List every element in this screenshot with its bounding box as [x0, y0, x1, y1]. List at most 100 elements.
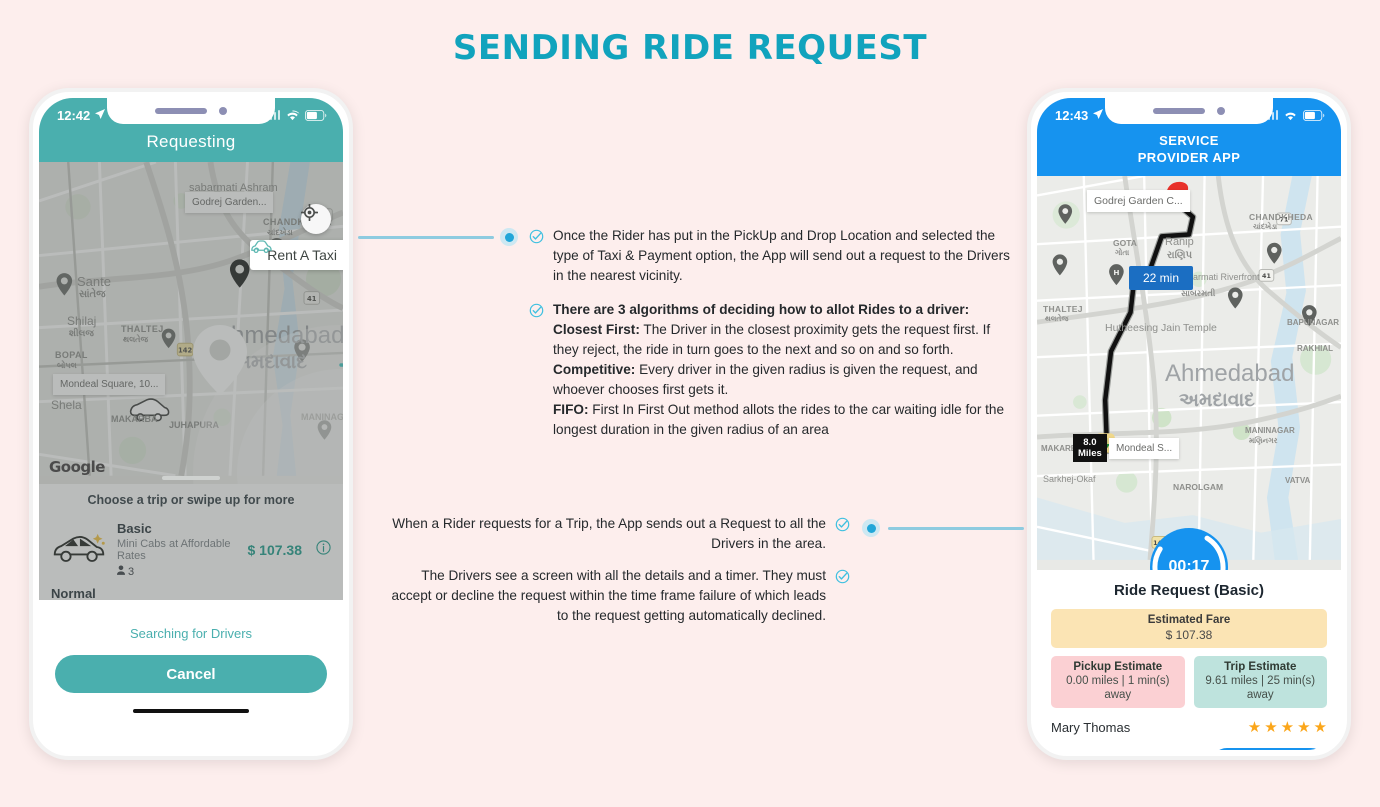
trip-basic-seat-count: 3 — [128, 565, 135, 578]
driver-map[interactable]: 71 41 142 142 H — [1037, 176, 1341, 570]
svg-text:41: 41 — [1262, 273, 1271, 280]
battery-icon — [305, 109, 327, 121]
google-attribution: Google — [49, 458, 105, 476]
annotation-top: Once the Rider has put in the PickUp and… — [529, 226, 1017, 440]
trip-option-basic[interactable]: Basic Mini Cabs at Affordable Rates 3 $ … — [39, 515, 343, 586]
trip-basic-name: Basic — [117, 521, 152, 536]
device-notch — [1105, 98, 1273, 124]
star-icon: ★ — [1297, 719, 1311, 736]
trip-estimate-value: 9.61 miles | 25 min(s) away — [1205, 675, 1316, 701]
ride-request-title: Ride Request (Basic) — [1113, 582, 1265, 599]
star-icon: ★ — [1280, 719, 1295, 736]
driver-status-right — [1263, 109, 1326, 121]
estimated-fare-box: Estimated Fare $ 107.38 — [1051, 609, 1327, 648]
device-notch — [107, 98, 275, 124]
location-arrow-icon — [94, 108, 106, 123]
driver-map-graphics: 71 41 142 142 H — [1037, 176, 1341, 560]
check-circle-icon — [529, 229, 544, 250]
algorithm-term-fifo: FIFO: — [553, 402, 589, 417]
signal-icon — [265, 110, 280, 120]
wifi-icon — [285, 109, 300, 121]
connector-line-bottom — [888, 527, 1024, 530]
home-indicator — [133, 709, 249, 713]
star-icon: ★ — [1264, 719, 1278, 736]
driver-destination-chip[interactable]: Godrej Garden C... — [1087, 190, 1190, 212]
trip-basic-price: $ 107.38 — [247, 541, 303, 558]
accept-button[interactable]: Accept — [1211, 748, 1327, 750]
driver-app-header: SERVICE PROVIDER APP — [1037, 132, 1341, 176]
rent-a-taxi-label: Rent A Taxi — [267, 247, 337, 263]
location-arrow-icon — [1092, 108, 1104, 123]
battery-icon — [1303, 109, 1325, 121]
connector-dot-bottom — [862, 519, 880, 537]
connector-line-top — [358, 236, 494, 239]
driver-status-bar: 12:43 — [1037, 98, 1341, 132]
driver-app-phone-mockup: 12:43 SERVICE PROVIDER APP 71 41 H CHAND… — [1027, 88, 1351, 760]
annotation-bottom-item-1: When a Rider requests for a Trip, the Ap… — [378, 514, 850, 554]
wifi-icon — [1283, 110, 1298, 121]
check-circle-icon — [835, 569, 850, 590]
trip-basic-meta: Basic Mini Cabs at Affordable Rates 3 — [117, 521, 238, 578]
trip-option-normal[interactable]: Normal — [39, 586, 343, 600]
rider-name: Mary Thomas — [1051, 719, 1131, 735]
rider-status-left: 12:42 — [57, 108, 106, 123]
svg-text:71: 71 — [1280, 217, 1289, 224]
algorithms-lead: There are 3 algorithms of deciding how t… — [553, 302, 970, 317]
annotation-top-item-2: There are 3 algorithms of deciding how t… — [529, 300, 1017, 440]
rider-status-bar: 12:42 — [39, 98, 343, 132]
algorithm-term-competitive: Competitive: — [553, 362, 636, 377]
car-icon — [51, 530, 107, 569]
annotation-bottom-text-2: The Drivers see a screen with all the de… — [391, 568, 826, 623]
star-icon: ★ — [1247, 719, 1262, 736]
rider-map-dim-overlay — [39, 162, 343, 484]
driver-header-line1: SERVICE — [1159, 133, 1219, 148]
ride-request-actions: Decline Accept — [1051, 748, 1327, 750]
info-icon[interactable] — [316, 539, 331, 560]
star-icon: ★ — [1313, 719, 1327, 736]
ride-request-card: Ride Request (Basic) Estimated Fare $ 10… — [1037, 570, 1341, 750]
check-circle-icon — [835, 517, 850, 538]
rider-app-phone-mockup: 12:42 Requesting 41 142 CHANDKHEDA ચાંદખ… — [29, 88, 353, 760]
rider-trip-sheet: Choose a trip or swipe up for more Basic… — [39, 484, 343, 600]
rider-search-footer: Searching for Drivers Cancel — [39, 600, 343, 713]
countdown-value: 00:17 — [1168, 558, 1210, 570]
rider-rating-stars: ★ ★ ★ ★ ★ — [1248, 718, 1327, 736]
annotation-bottom: When a Rider requests for a Trip, the Ap… — [378, 514, 850, 626]
person-icon — [117, 565, 125, 578]
rider-info-row: Mary Thomas ★ ★ ★ ★ ★ — [1051, 718, 1327, 736]
annotation-top-text-1: Once the Rider has put in the PickUp and… — [553, 228, 1010, 283]
choose-trip-label: Choose a trip or swipe up for more — [39, 484, 343, 515]
rider-map[interactable]: 71 41 142 — [39, 162, 343, 484]
pickup-estimate-value: 0.00 miles | 1 min(s) away — [1066, 675, 1170, 701]
eta-badge: 22 min — [1129, 266, 1194, 290]
check-circle-icon — [529, 303, 544, 324]
driver-app-screen: 12:43 SERVICE PROVIDER APP 71 41 H CHAND… — [1037, 98, 1341, 750]
connector-dot-top — [500, 228, 518, 246]
cancel-button[interactable]: Cancel — [55, 655, 327, 693]
searching-status-text: Searching for Drivers — [129, 626, 253, 641]
front-camera — [219, 107, 227, 115]
signal-icon — [1263, 110, 1278, 120]
driver-origin-chip[interactable]: Mondeal S... — [1109, 438, 1180, 459]
rider-app-header: Requesting — [39, 132, 343, 162]
algorithm-text-fifo: First In First Out method allots the rid… — [553, 402, 1005, 437]
rider-app-screen: 12:42 Requesting 41 142 CHANDKHEDA ચાંદખ… — [39, 98, 343, 750]
driver-status-left: 12:43 — [1055, 108, 1104, 123]
annotation-bottom-item-2: The Drivers see a screen with all the de… — [378, 566, 850, 626]
countdown-timer: 00:17 — [1150, 528, 1228, 570]
trip-basic-seats: 3 — [117, 565, 238, 578]
driver-header-line2: PROVIDER APP — [1137, 150, 1241, 165]
annotation-bottom-text-1: When a Rider requests for a Trip, the Ap… — [392, 516, 826, 551]
page-title: SENDING RIDE REQUEST — [452, 28, 928, 68]
distance-badge: 8.0 Miles — [1073, 434, 1107, 462]
annotation-top-item-1: Once the Rider has put in the PickUp and… — [529, 226, 1017, 286]
distance-value: 8.0 — [1083, 437, 1097, 448]
bottom-sheet-handle[interactable] — [162, 476, 220, 480]
annotation-top-algorithms: There are 3 algorithms of deciding how t… — [553, 300, 1017, 440]
rent-a-taxi-chip[interactable]: Rent A Taxi — [250, 240, 343, 270]
speaker-grille — [155, 108, 207, 114]
trip-estimate-label: Trip Estimate — [1224, 661, 1297, 673]
my-location-button[interactable] — [301, 204, 331, 234]
status-time: 12:43 — [1055, 107, 1089, 123]
trip-basic-desc: Mini Cabs at Affordable Rates — [117, 538, 231, 562]
